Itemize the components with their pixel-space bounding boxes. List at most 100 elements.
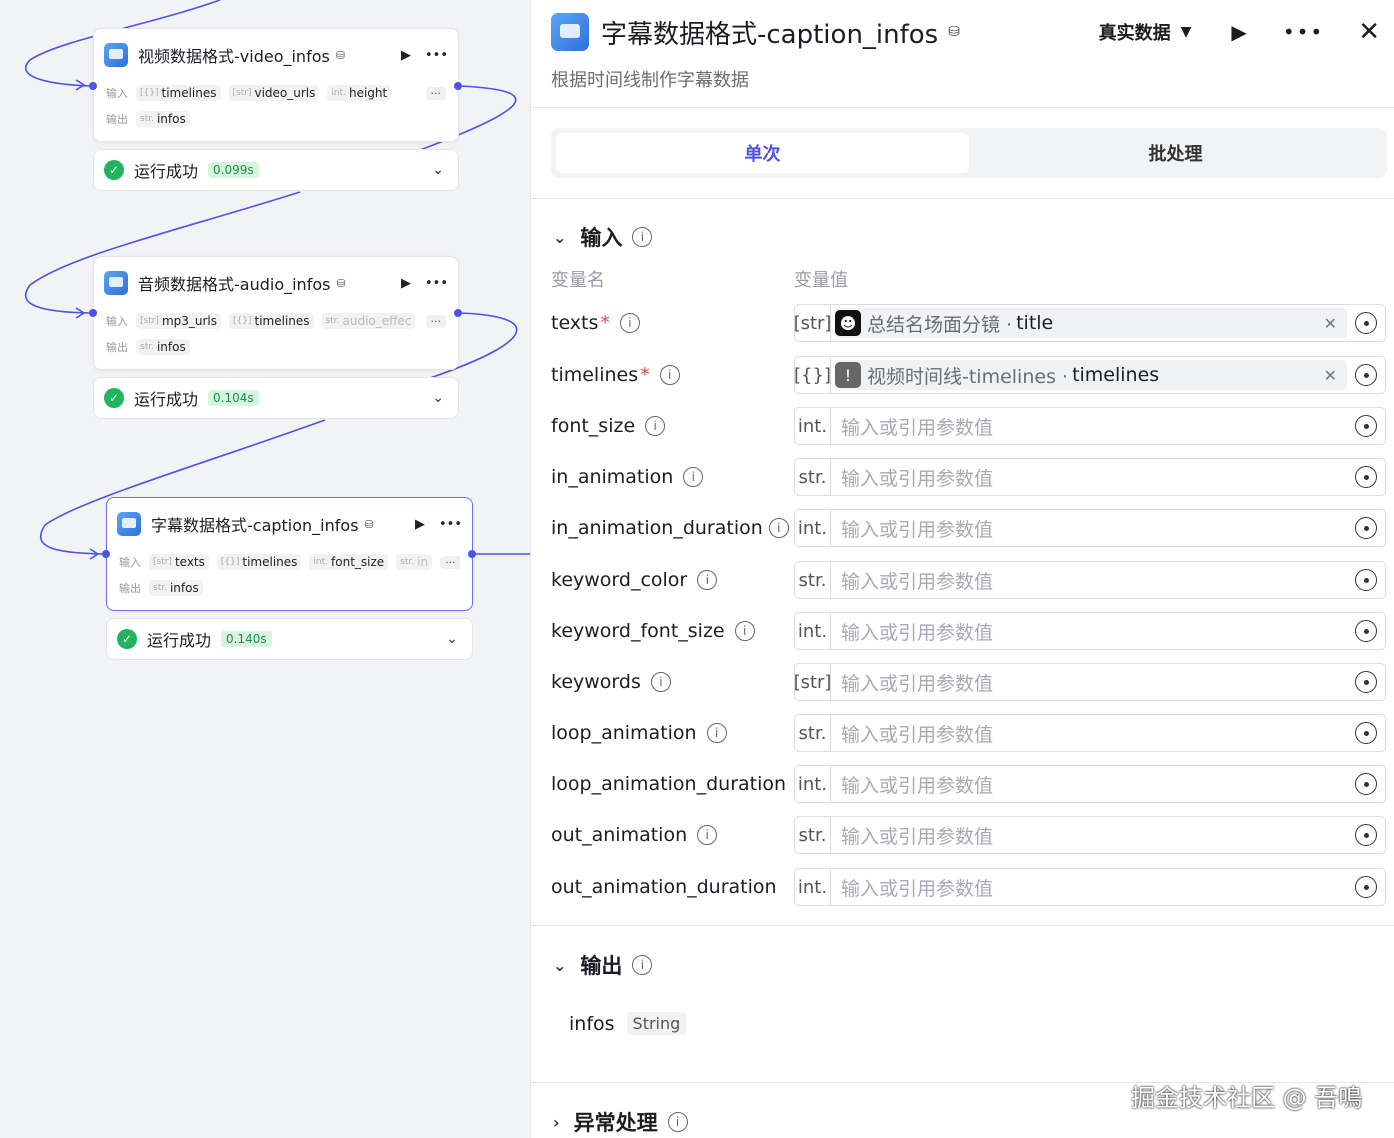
- output-section-header[interactable]: ⌄ 输出 i: [553, 950, 653, 980]
- duration-badge: 0.140s: [221, 631, 272, 647]
- reference-target-icon[interactable]: [1355, 415, 1377, 437]
- var-input-loop-animation[interactable]: str. 输入或引用参数值: [794, 714, 1386, 752]
- chevron-down-icon[interactable]: ⌄: [432, 390, 444, 406]
- type-indicator: int.: [795, 510, 831, 546]
- reference-chip[interactable]: ! 视频时间线-timelines · timelines ✕: [835, 360, 1347, 390]
- run-node-button[interactable]: ▶: [401, 276, 411, 291]
- node-status-bar[interactable]: ✓ 运行成功 0.099s ⌄: [93, 149, 459, 191]
- more-inputs-chip[interactable]: ···: [440, 555, 460, 569]
- more-button[interactable]: •••: [1283, 20, 1324, 44]
- reference-target-icon[interactable]: [1355, 671, 1377, 693]
- var-input-texts[interactable]: [str] ☻ 总结名场面分镜 · title ✕: [794, 304, 1386, 342]
- reference-target-icon[interactable]: [1355, 517, 1377, 539]
- info-icon[interactable]: i: [697, 825, 718, 845]
- node-status-bar[interactable]: ✓ 运行成功 0.104s ⌄: [93, 377, 459, 419]
- reference-target-icon[interactable]: [1355, 620, 1377, 642]
- reference-target-icon[interactable]: [1355, 773, 1377, 795]
- reference-target-icon[interactable]: [1355, 569, 1377, 591]
- type-indicator: [str]: [794, 664, 831, 700]
- info-icon[interactable]: i: [683, 467, 704, 487]
- info-icon[interactable]: i: [632, 955, 653, 975]
- workflow-canvas[interactable]: 视频数据格式-video_infos ⛁ ▶ ••• 输入 [{}] timeli…: [0, 0, 530, 1138]
- ref-var: timelines: [1072, 364, 1160, 386]
- var-input-in-animation-duration[interactable]: int. 输入或引用参数值: [794, 509, 1386, 547]
- var-input-out-animation-duration[interactable]: int. 输入或引用参数值: [794, 868, 1386, 906]
- input-section-header[interactable]: ⌄ 输入 i: [553, 222, 653, 252]
- node-more-button[interactable]: •••: [439, 517, 462, 532]
- plugin-icon: [104, 43, 128, 67]
- info-icon[interactable]: i: [697, 570, 718, 590]
- var-input-keyword-color[interactable]: str. 输入或引用参数值: [794, 561, 1386, 599]
- info-icon[interactable]: i: [734, 621, 755, 641]
- node-video-infos[interactable]: 视频数据格式-video_infos ⛁ ▶ ••• 输入 [{}] timeli…: [93, 28, 459, 142]
- node-more-button[interactable]: •••: [425, 48, 448, 63]
- copy-icon: ⛁: [364, 517, 374, 531]
- reference-target-icon[interactable]: [1355, 312, 1377, 334]
- info-icon[interactable]: i: [768, 518, 789, 538]
- reference-target-icon[interactable]: [1355, 722, 1377, 744]
- input-placeholder: 输入或引用参数值: [841, 877, 994, 900]
- status-text: 运行成功: [147, 631, 212, 650]
- node-title: 音频数据格式-audio_infos: [138, 275, 331, 294]
- info-icon[interactable]: i: [632, 227, 653, 247]
- clear-icon[interactable]: ✕: [1324, 314, 1337, 333]
- reference-target-icon[interactable]: [1355, 876, 1377, 898]
- var-input-out-animation[interactable]: str. 输入或引用参数值: [794, 816, 1386, 854]
- input-placeholder: 输入或引用参数值: [841, 518, 994, 541]
- input-tag: [{}] timelines: [229, 313, 314, 329]
- var-input-keyword-font-size[interactable]: int. 输入或引用参数值: [794, 612, 1386, 650]
- output-label: 输出: [119, 582, 141, 595]
- node-more-button[interactable]: •••: [425, 276, 448, 291]
- output-port[interactable]: [454, 309, 462, 317]
- tab-batch[interactable]: 批处理: [969, 133, 1382, 173]
- column-header-value: 变量值: [794, 270, 848, 291]
- error-section-header[interactable]: › 异常处理 i: [553, 1107, 688, 1137]
- more-inputs-chip[interactable]: ···: [425, 86, 446, 100]
- node-status-bar[interactable]: ✓ 运行成功 0.140s ⌄: [106, 618, 473, 660]
- info-icon[interactable]: i: [619, 313, 640, 333]
- clear-icon[interactable]: ✕: [1324, 366, 1337, 385]
- panel-title: 字幕数据格式-caption_infos: [601, 19, 939, 50]
- more-inputs-chip[interactable]: ···: [425, 314, 446, 328]
- caret-down-icon: ▼: [1180, 24, 1192, 40]
- info-icon[interactable]: i: [650, 672, 671, 692]
- var-input-loop-animation-duration[interactable]: int. 输入或引用参数值: [794, 765, 1386, 803]
- chevron-down-icon[interactable]: ⌄: [446, 631, 458, 647]
- close-icon[interactable]: ✕: [1358, 17, 1380, 47]
- run-node-button[interactable]: ▶: [401, 48, 411, 63]
- copy-icon[interactable]: ⛁: [948, 24, 960, 40]
- output-tag: str. infos: [149, 580, 203, 596]
- tab-single[interactable]: 单次: [556, 133, 969, 173]
- var-input-keywords[interactable]: [str] 输入或引用参数值: [794, 663, 1386, 701]
- var-label-timelines: timelines * i: [551, 356, 680, 394]
- chevron-down-icon[interactable]: ⌄: [432, 162, 444, 178]
- input-port[interactable]: [102, 550, 110, 558]
- info-icon[interactable]: i: [667, 1112, 688, 1132]
- run-button[interactable]: ▶: [1231, 20, 1246, 44]
- info-icon[interactable]: i: [706, 723, 727, 743]
- run-node-button[interactable]: ▶: [415, 517, 425, 532]
- reference-target-icon[interactable]: [1355, 466, 1377, 488]
- data-mode-select[interactable]: 真实数据 ▼: [1099, 19, 1192, 45]
- reference-target-icon[interactable]: [1355, 824, 1377, 846]
- info-icon[interactable]: i: [645, 416, 666, 436]
- input-port[interactable]: [89, 309, 97, 317]
- info-icon[interactable]: i: [659, 365, 680, 385]
- input-label: 输入: [106, 315, 128, 328]
- reference-target-icon[interactable]: [1355, 364, 1377, 386]
- output-port[interactable]: [454, 82, 462, 90]
- duration-badge: 0.104s: [208, 390, 259, 406]
- input-port[interactable]: [89, 82, 97, 90]
- node-caption-infos[interactable]: 字幕数据格式-caption_infos ⛁ ▶ ••• 输入 [str] tex…: [106, 497, 473, 611]
- reference-chip[interactable]: ☻ 总结名场面分镜 · title ✕: [835, 308, 1347, 338]
- node-audio-infos[interactable]: 音频数据格式-audio_infos ⛁ ▶ ••• 输入 [str] mp3_u…: [93, 256, 459, 370]
- output-port[interactable]: [468, 550, 476, 558]
- type-indicator: str.: [795, 562, 831, 598]
- divider: [531, 198, 1394, 199]
- var-label-texts: texts * i: [551, 304, 640, 342]
- var-input-timelines[interactable]: [{}] ! 视频时间线-timelines · timelines ✕: [794, 356, 1386, 394]
- var-input-in-animation[interactable]: str. 输入或引用参数值: [794, 458, 1386, 496]
- var-input-font-size[interactable]: int. 输入或引用参数值: [794, 407, 1386, 445]
- alert-icon: !: [835, 362, 861, 388]
- type-indicator: str.: [795, 715, 831, 751]
